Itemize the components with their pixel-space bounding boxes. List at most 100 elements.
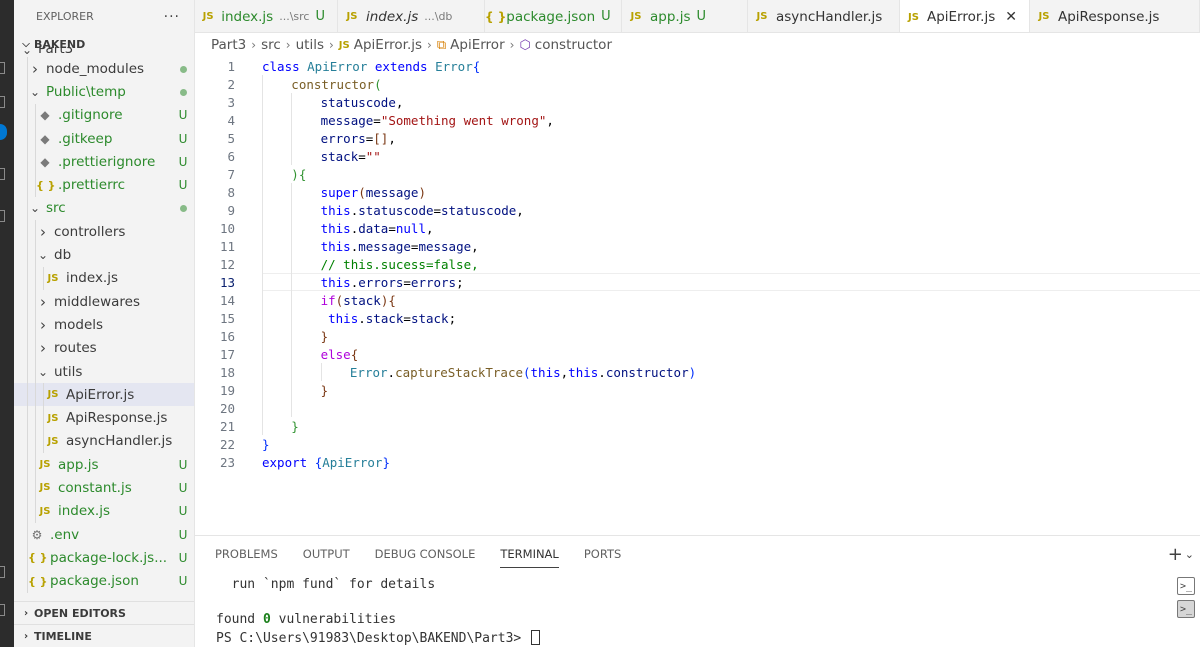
tab-label: ApiResponse.js	[1058, 8, 1160, 25]
breadcrumb-src[interactable]: src	[261, 37, 281, 53]
tree-file[interactable]: { } package-lock.js... U	[14, 546, 194, 570]
tree-folder[interactable]: ⌄ Public\temp	[14, 80, 194, 104]
tree-folder[interactable]: ⌄ Part3	[14, 47, 194, 57]
editor-tab[interactable]: JS asyncHandler.js	[748, 0, 900, 32]
indent-guide	[291, 255, 293, 273]
breadcrumb-file[interactable]: ApiError.js	[354, 37, 422, 53]
tree-file[interactable]: { } package.json U	[14, 569, 194, 593]
code-line[interactable]: 16}	[195, 327, 1200, 345]
code-token: data	[358, 220, 389, 236]
tree-file[interactable]: JS index.js	[14, 266, 194, 290]
activity-settings-icon[interactable]	[0, 604, 5, 616]
editor-tab[interactable]: JS ApiResponse.js	[1030, 0, 1200, 32]
code-line[interactable]: 9 this.statuscode=statuscode,	[195, 201, 1200, 219]
breadcrumb-member[interactable]: constructor	[535, 37, 612, 53]
tree-folder[interactable]: › node_modules	[14, 57, 194, 81]
code-line[interactable]: 12 // this.sucess=false,	[195, 255, 1200, 273]
terminal-instance-icon[interactable]: >_	[1177, 577, 1195, 595]
code-line[interactable]: 2 constructor(	[195, 75, 1200, 93]
code-line[interactable]: 19}	[195, 381, 1200, 399]
activity-extensions-icon[interactable]	[0, 210, 5, 222]
tree-folder[interactable]: › middlewares	[14, 289, 194, 314]
tree-file[interactable]: ◆ .prettierignore U	[14, 150, 194, 174]
indent-guide	[35, 173, 36, 197]
activity-account-icon[interactable]	[0, 566, 5, 578]
panel-tab-output[interactable]: OUTPUT	[303, 536, 350, 572]
code-line[interactable]: 10 this.data=null,	[195, 219, 1200, 237]
code-line[interactable]: 15 this.stack=stack;	[195, 309, 1200, 327]
panel-tab-problems[interactable]: PROBLEMS	[215, 536, 278, 572]
code-line[interactable]: 13 this.errors=errors;	[195, 273, 1200, 291]
editor-tab[interactable]: JS index.js ...\src U	[195, 0, 338, 32]
tree-folder[interactable]: ⌄ db	[14, 243, 194, 267]
panel-tab-terminal[interactable]: TERMINAL	[500, 536, 560, 572]
tree-file[interactable]: { } .prettierrc U	[14, 173, 194, 197]
tree-file[interactable]: JS index.js U	[14, 499, 194, 523]
code-line[interactable]: 8 super(message)	[195, 183, 1200, 201]
code-line[interactable]: 14 if(stack){	[195, 291, 1200, 309]
tree-file[interactable]: JS constant.js U	[14, 476, 194, 500]
terminal-output[interactable]: run `npm fund` for details found 0 vulne…	[216, 577, 541, 647]
code-token: .	[387, 364, 396, 380]
editor-tab[interactable]: JS ApiError.js ✕	[900, 0, 1030, 32]
editor-tab[interactable]: JS app.js U	[622, 0, 748, 32]
code-lines[interactable]: 1 class ApiError extends Error{2 construct…	[195, 57, 1200, 471]
tree-file[interactable]: ⚙ .env U	[14, 522, 194, 547]
terminal-instance-icon[interactable]: >_	[1177, 600, 1195, 618]
code-line[interactable]: 4 message="Something went wrong",	[195, 111, 1200, 129]
close-icon[interactable]: ✕	[1005, 9, 1017, 25]
tree-folder[interactable]: › controllers	[14, 220, 194, 244]
indent-guide	[291, 219, 293, 237]
chevron-down-icon[interactable]: ⌄	[1185, 548, 1194, 561]
code-line[interactable]: 22}	[195, 435, 1200, 453]
tree-file[interactable]: ◆ .gitignore U	[14, 103, 194, 127]
more-actions-icon[interactable]: ···	[164, 9, 180, 25]
code-line[interactable]: 11 this.message=message,	[195, 237, 1200, 255]
code-token: message	[365, 184, 419, 200]
terminal-prompt-line[interactable]: PS C:\Users\91983\Desktop\BAKEND\Part3>	[216, 629, 541, 647]
code-editor[interactable]: 1 class ApiError extends Error{2 construct…	[195, 57, 1200, 535]
panel-tab-debug-console[interactable]: DEBUG CONSOLE	[375, 536, 476, 572]
editor-tab[interactable]: JS index.js ...\db	[338, 0, 485, 32]
indent-guide	[35, 476, 36, 500]
code-line[interactable]: 6 stack=""	[195, 147, 1200, 165]
tree-item-label: constant.js	[58, 479, 132, 496]
tree-file[interactable]: JS ApiResponse.js	[14, 406, 194, 430]
code-line[interactable]: 3 statuscode,	[195, 93, 1200, 111]
indent-guide	[27, 220, 28, 244]
code-token: if	[320, 292, 336, 308]
code-line[interactable]: 17 else{	[195, 345, 1200, 363]
code-line[interactable]: 23 export {ApiError}	[195, 453, 1200, 471]
code-content: errors=[],	[321, 131, 396, 146]
code-line[interactable]: 5 errors=[],	[195, 129, 1200, 147]
new-terminal-icon[interactable]: +	[1168, 544, 1183, 565]
indent-guide	[262, 309, 263, 327]
activity-debug-icon[interactable]	[0, 168, 5, 180]
tree-folder[interactable]: ⌄ utils	[14, 359, 194, 384]
code-line[interactable]: 1 class ApiError extends Error{	[195, 57, 1200, 75]
tree-folder[interactable]: › models	[14, 313, 194, 337]
code-line[interactable]: 7){	[195, 165, 1200, 183]
tree-file[interactable]: ◆ .gitkeep U	[14, 126, 194, 151]
breadcrumb-class[interactable]: ApiError	[450, 37, 504, 53]
open-editors-section[interactable]: › OPEN EDITORS	[14, 601, 194, 624]
timeline-section[interactable]: › TIMELINE	[14, 624, 194, 647]
code-line[interactable]: 18 Error.captureStackTrace(this,this.cons…	[195, 363, 1200, 381]
line-number: 13	[219, 274, 235, 290]
chevron-right-icon: ›	[40, 339, 46, 358]
activity-scm-icon[interactable]	[0, 96, 5, 108]
code-line[interactable]: 20	[195, 399, 1200, 417]
breadcrumb-part3[interactable]: Part3	[211, 37, 246, 53]
breadcrumb-utils[interactable]: utils	[296, 37, 324, 53]
tree-file[interactable]: JS asyncHandler.js	[14, 429, 194, 454]
tree-file[interactable]: JS app.js U	[14, 453, 194, 477]
code-token: this	[320, 202, 351, 218]
activity-search-icon[interactable]	[0, 62, 5, 74]
tree-file[interactable]: JS ApiError.js	[14, 383, 194, 407]
code-line[interactable]: 21}	[195, 417, 1200, 435]
code-token: this	[320, 238, 351, 254]
tree-folder[interactable]: ⌄ src	[14, 196, 194, 221]
editor-tab[interactable]: { } package.json U	[485, 0, 622, 32]
panel-tab-ports[interactable]: PORTS	[584, 536, 621, 572]
tree-folder[interactable]: › routes	[14, 336, 194, 360]
